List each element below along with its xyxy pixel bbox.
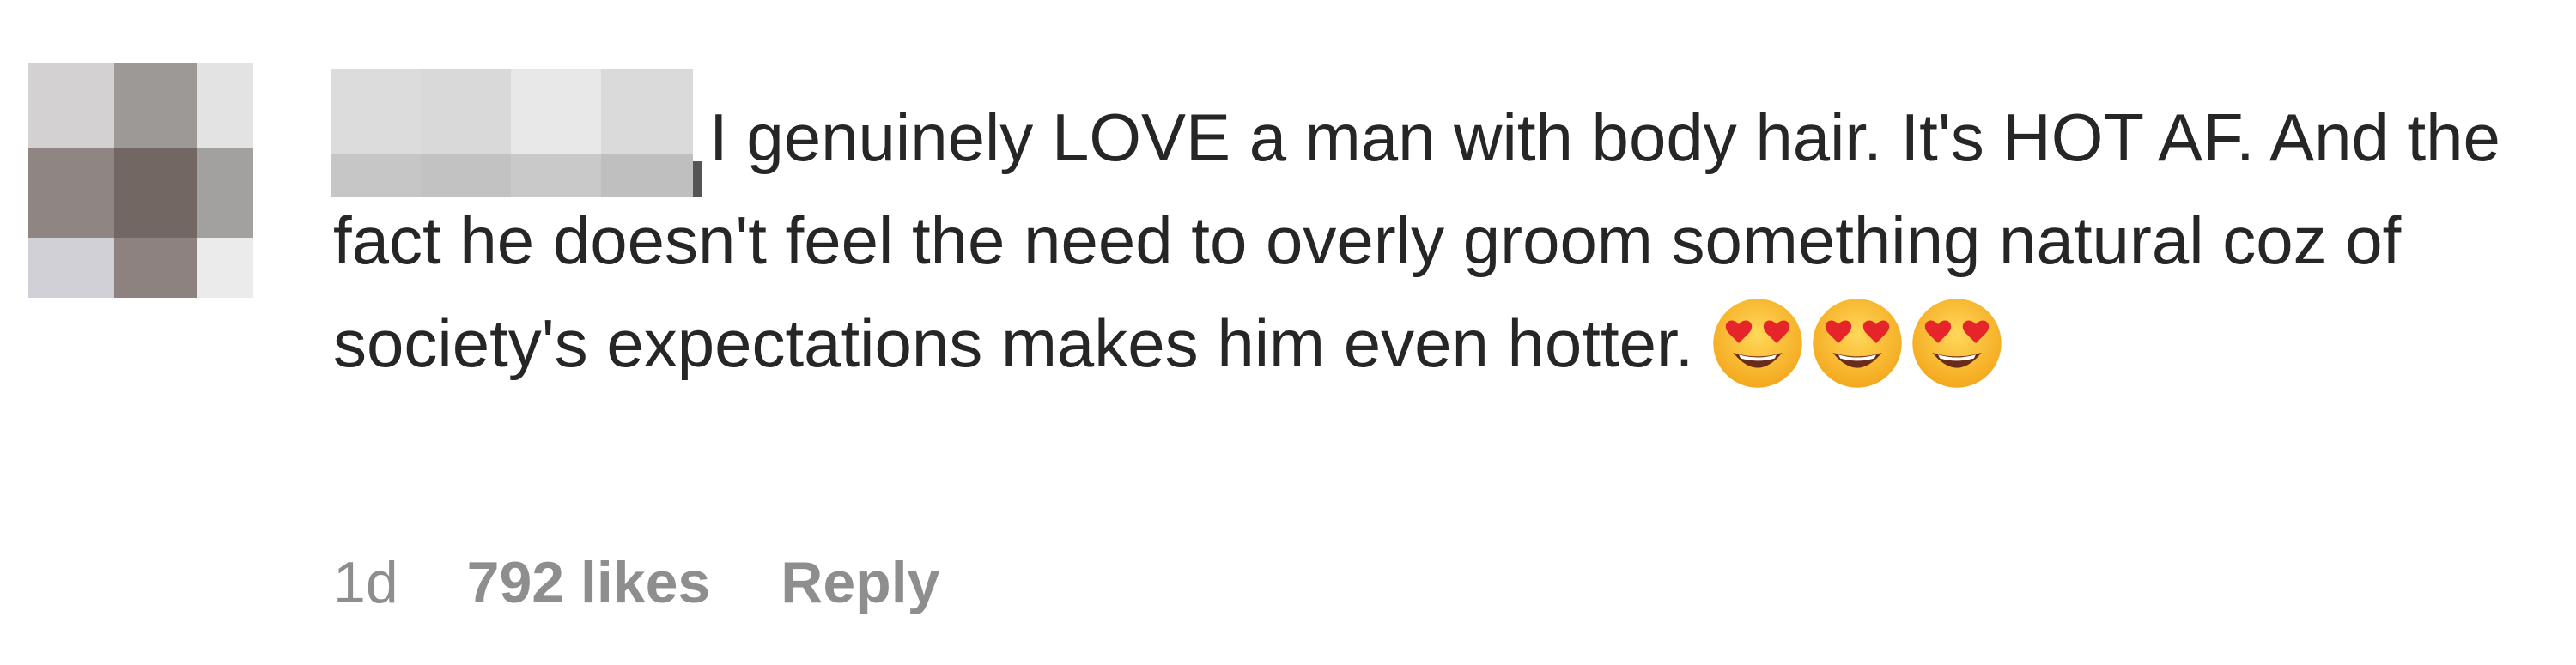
heart-eyes-emoji-icon: [1813, 299, 1903, 389]
avatar-pixel: [197, 148, 253, 238]
emoji-group: [1710, 296, 2004, 390]
heart-eyes-emoji-icon: [1912, 299, 2002, 389]
likes-count[interactable]: 792 likes: [467, 549, 711, 616]
heart-eyes-emoji-icon: [1713, 299, 1803, 389]
avatar-pixel: [114, 63, 197, 148]
avatar-pixel: [28, 238, 114, 298]
timestamp[interactable]: 1d: [333, 549, 398, 616]
avatar[interactable]: [28, 63, 253, 298]
avatar-pixel: [114, 148, 197, 238]
reply-button[interactable]: Reply: [781, 549, 939, 616]
avatar-pixel: [28, 63, 114, 148]
comment-meta: 1d 792 likes Reply: [333, 549, 939, 616]
avatar-pixel: [197, 238, 253, 298]
avatar-pixel: [197, 63, 253, 148]
comment-text: I genuinely LOVE a man with body hair. I…: [333, 100, 2500, 381]
avatar-pixel: [28, 148, 114, 238]
comment-item: I genuinely LOVE a man with body hair. I…: [0, 0, 2576, 665]
comment-body: I genuinely LOVE a man with body hair. I…: [333, 86, 2566, 396]
avatar-pixel: [114, 238, 197, 298]
